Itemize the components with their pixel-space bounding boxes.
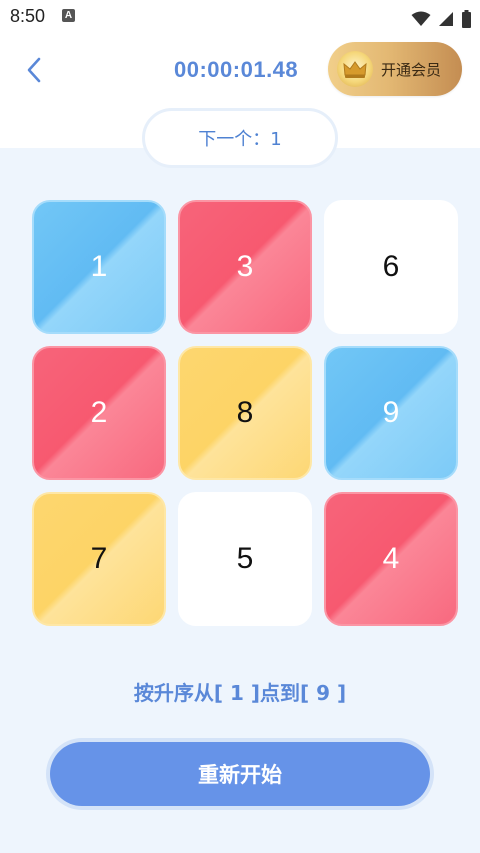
number-tile[interactable]: 8 [178, 346, 312, 480]
notification-letter: A [64, 10, 73, 21]
instruction-text: 按升序从[ 1 ]点到[ 9 ] [133, 681, 347, 705]
tile-number: 3 [236, 250, 254, 283]
crown-icon [337, 51, 373, 87]
next-number-text: 下一个：1 [198, 129, 282, 150]
tile-number: 8 [236, 396, 254, 429]
notification-a-icon: A [62, 9, 75, 22]
header: 00:00:01.48 开通会员 [0, 34, 480, 108]
restart-button[interactable]: 重新开始 [46, 738, 434, 810]
wifi-icon [411, 11, 431, 26]
status-bar: 8:50 A [0, 0, 480, 34]
back-button[interactable] [20, 54, 48, 86]
number-tile[interactable]: 3 [178, 200, 312, 334]
tile-number: 7 [90, 542, 108, 575]
tile-number: 4 [382, 542, 400, 575]
number-tile[interactable]: 2 [32, 346, 166, 480]
tile-number: 5 [236, 542, 254, 575]
vip-label: 开通会员 [381, 60, 442, 79]
number-tile[interactable]: 6 [324, 200, 458, 334]
status-icons [409, 8, 472, 28]
tile-number: 6 [382, 250, 400, 283]
vip-button[interactable]: 开通会员 [328, 42, 462, 96]
timer: 00:00:01.48 [174, 57, 299, 82]
chevron-left-icon [27, 57, 41, 83]
tile-number: 2 [90, 396, 108, 429]
number-tile[interactable]: 4 [324, 492, 458, 626]
number-tile[interactable]: 9 [324, 346, 458, 480]
battery-icon [462, 9, 471, 28]
restart-button-label: 重新开始 [50, 742, 430, 806]
tile-number: 9 [382, 396, 400, 429]
next-number-indicator: 下一个：1 [142, 108, 338, 168]
number-tile[interactable]: 5 [178, 492, 312, 626]
status-time: 8:50 [10, 6, 46, 26]
number-tile[interactable]: 7 [32, 492, 166, 626]
number-tile[interactable]: 1 [32, 200, 166, 334]
signal-icon [438, 11, 453, 26]
tile-number: 1 [90, 250, 108, 283]
